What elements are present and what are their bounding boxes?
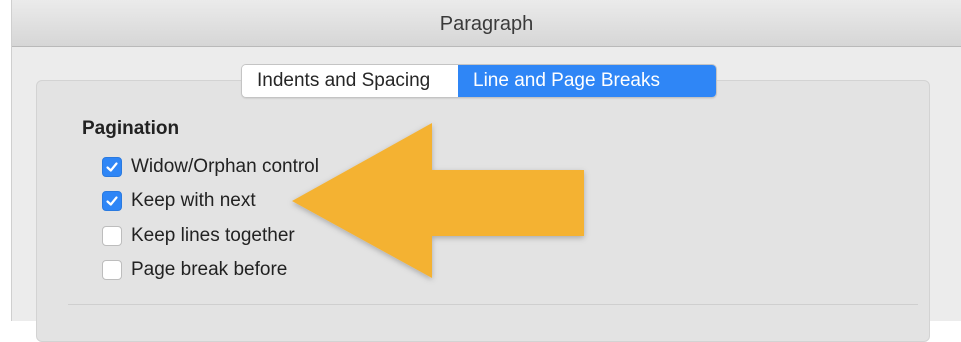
pagination-heading: Pagination [82,118,180,139]
page-break-before-label: Page break before [131,259,288,280]
keep-lines-together-label: Keep lines together [131,225,295,246]
checkmark-icon [106,196,118,206]
checkmark-icon [106,162,118,172]
keep-lines-together-checkbox[interactable] [102,226,122,246]
widow-orphan-control-option[interactable]: Widow/Orphan control [102,155,319,179]
widow-orphan-control-label: Widow/Orphan control [131,156,319,177]
tab-indents-and-spacing[interactable]: Indents and Spacing [242,65,458,97]
section-divider [68,304,918,305]
keep-with-next-label: Keep with next [131,190,256,211]
page-break-before-option[interactable]: Page break before [102,258,287,282]
tab-line-and-page-breaks[interactable]: Line and Page Breaks [458,65,716,97]
keep-with-next-checkbox[interactable] [102,191,122,211]
tab-bar: Indents and Spacing Line and Page Breaks [241,64,717,98]
page-break-before-checkbox[interactable] [102,260,122,280]
dialog-title: Paragraph [439,13,534,35]
widow-orphan-control-checkbox[interactable] [102,157,122,177]
keep-with-next-option[interactable]: Keep with next [102,189,256,213]
title-bar: Paragraph [12,0,961,47]
keep-lines-together-option[interactable]: Keep lines together [102,224,295,248]
